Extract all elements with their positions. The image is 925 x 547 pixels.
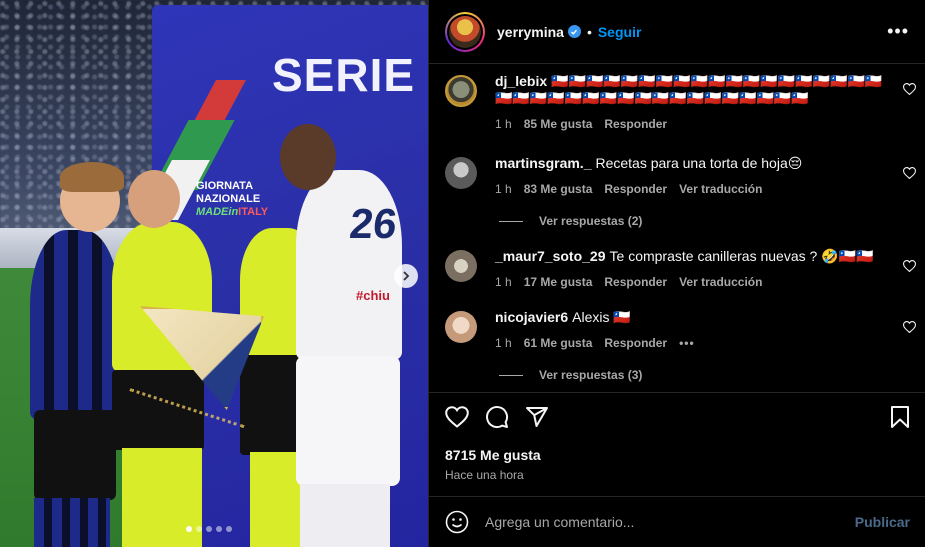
referee-left-socks (122, 448, 202, 547)
comment-item: dj_lebix 🇨🇱🇨🇱🇨🇱🇨🇱🇨🇱🇨🇱🇨🇱🇨🇱🇨🇱🇨🇱🇨🇱🇨🇱🇨🇱🇨🇱🇨🇱🇨🇱… (429, 69, 925, 131)
comment-input[interactable] (485, 514, 855, 530)
reply-button[interactable]: Responder (604, 182, 667, 196)
comment-text: _maur7_soto_29 Te compraste canilleras nu… (495, 246, 895, 265)
view-replies-label: Ver respuestas (2) (539, 214, 643, 228)
comment-likes[interactable]: 85 Me gusta (524, 117, 593, 131)
post-header: yerrymina • Seguir ••• (429, 0, 925, 64)
comment-text: dj_lebix 🇨🇱🇨🇱🇨🇱🇨🇱🇨🇱🇨🇱🇨🇱🇨🇱🇨🇱🇨🇱🇨🇱🇨🇱🇨🇱🇨🇱🇨🇱🇨🇱… (495, 71, 895, 107)
carousel-dot (216, 526, 222, 532)
author-avatar[interactable] (445, 11, 485, 52)
shirt-sponsor: #chiu (356, 288, 390, 303)
commenter-username[interactable]: _maur7_soto_29 (495, 248, 606, 264)
add-comment-bar: Publicar (429, 496, 925, 547)
player-inter (30, 230, 120, 420)
carousel-indicator (186, 526, 232, 532)
reply-button[interactable]: Responder (604, 336, 667, 350)
replies-divider (499, 220, 523, 222)
likes-count[interactable]: 8715 Me gusta (445, 447, 910, 463)
shirt-number: 26 (347, 200, 400, 247)
view-replies-button[interactable]: Ver respuestas (2) (499, 214, 925, 228)
author-username[interactable]: yerrymina (497, 24, 564, 40)
comment-like-icon[interactable] (902, 321, 917, 336)
emoji-icon[interactable] (445, 510, 469, 534)
carousel-dot (196, 526, 202, 532)
view-replies-label: Ver respuestas (3) (539, 368, 643, 382)
commenter-avatar[interactable] (445, 75, 477, 107)
comment-bubble-icon[interactable] (485, 405, 509, 429)
reply-button[interactable]: Responder (604, 117, 667, 131)
player-inter-socks (34, 498, 110, 547)
referee-left-head (128, 170, 180, 228)
player-inter-hair (60, 162, 124, 192)
commenter-avatar[interactable] (445, 311, 477, 343)
commenter-username[interactable]: dj_lebix (495, 73, 547, 89)
post-timestamp[interactable]: Hace una hora (445, 468, 910, 482)
comment-content: 🇨🇱🇨🇱🇨🇱🇨🇱🇨🇱🇨🇱🇨🇱🇨🇱🇨🇱🇨🇱🇨🇱🇨🇱🇨🇱🇨🇱🇨🇱🇨🇱🇨🇱🇨🇱🇨🇱🇨🇱… (495, 73, 883, 106)
comment-time: 1 h (495, 117, 512, 131)
player-cagliari (296, 170, 402, 360)
like-heart-icon[interactable] (445, 406, 469, 428)
comment-likes[interactable]: 17 Me gusta (524, 275, 593, 289)
comment-like-icon[interactable] (902, 83, 917, 98)
post-actions: 8715 Me gusta Hace una hora (429, 392, 925, 496)
replies-divider (499, 374, 523, 376)
comment-content: Recetas para una torta de hoja😔 (595, 155, 803, 171)
comment-meta: 1 h 85 Me gusta Responder (495, 117, 910, 131)
comments-list[interactable]: dj_lebix 🇨🇱🇨🇱🇨🇱🇨🇱🇨🇱🇨🇱🇨🇱🇨🇱🇨🇱🇨🇱🇨🇱🇨🇱🇨🇱🇨🇱🇨🇱🇨🇱… (429, 65, 925, 391)
comment-meta: 1 h 61 Me gusta Responder ••• (495, 336, 910, 350)
post-side-panel: yerrymina • Seguir ••• dj_lebix 🇨🇱🇨🇱🇨🇱🇨🇱🇨… (428, 0, 925, 547)
serie-board-text: SERIE (272, 49, 416, 101)
comment-content: Te compraste canilleras nuevas ? 🤣🇨🇱🇨🇱 (609, 248, 874, 264)
comment-item: _maur7_soto_29 Te compraste canilleras nu… (429, 246, 925, 289)
reply-button[interactable]: Responder (604, 275, 667, 289)
comment-meta: 1 h 17 Me gusta Responder Ver traducción (495, 275, 910, 289)
separator-dot: • (586, 23, 592, 40)
translate-button[interactable]: Ver traducción (679, 182, 762, 196)
chevron-right-icon (403, 271, 410, 281)
carousel-next-button[interactable] (394, 264, 418, 288)
comment-item: martinsgram._ Recetas para una torta de h… (429, 153, 925, 196)
comment-likes[interactable]: 61 Me gusta (524, 336, 593, 350)
comment-time: 1 h (495, 182, 512, 196)
save-bookmark-icon[interactable] (890, 405, 910, 429)
verified-badge-icon (567, 25, 581, 38)
translate-button[interactable]: Ver traducción (679, 275, 762, 289)
more-options-icon[interactable]: ••• (887, 21, 909, 42)
comment-time: 1 h (495, 336, 512, 350)
follow-button[interactable]: Seguir (598, 24, 642, 40)
player-cagliari-socks (300, 484, 390, 547)
carousel-dot (186, 526, 192, 532)
comment-like-icon[interactable] (902, 260, 917, 275)
comment-item: nicojavier6 Alexis 🇨🇱 1 h 61 Me gusta Res… (429, 307, 925, 350)
comment-text: martinsgram._ Recetas para una torta de h… (495, 153, 895, 172)
player-cagliari-shorts (296, 356, 400, 486)
commenter-avatar[interactable] (445, 250, 477, 282)
comment-content: Alexis 🇨🇱 (572, 309, 631, 325)
player-inter-shorts (34, 410, 116, 500)
comment-meta: 1 h 83 Me gusta Responder Ver traducción (495, 182, 910, 196)
commenter-username[interactable]: martinsgram._ (495, 155, 591, 171)
publish-button[interactable]: Publicar (855, 514, 910, 530)
comment-time: 1 h (495, 275, 512, 289)
share-send-icon[interactable] (525, 405, 549, 429)
commenter-username[interactable]: nicojavier6 (495, 309, 568, 325)
giornata-nazionale-text: GIORNATA NAZIONALE MADEinITALY (196, 180, 269, 218)
view-replies-button[interactable]: Ver respuestas (3) (499, 368, 925, 382)
commenter-avatar[interactable] (445, 157, 477, 189)
comment-likes[interactable]: 83 Me gusta (524, 182, 593, 196)
comment-text: nicojavier6 Alexis 🇨🇱 (495, 307, 895, 326)
carousel-dot (226, 526, 232, 532)
post-photo[interactable]: SERIE GIORNATA NAZIONALE MADEinITALY 26 … (0, 0, 428, 547)
comment-options-icon[interactable]: ••• (679, 336, 695, 350)
player-cagliari-head (280, 124, 336, 190)
carousel-dot (206, 526, 212, 532)
comment-like-icon[interactable] (902, 167, 917, 182)
action-icons-row (445, 405, 910, 429)
